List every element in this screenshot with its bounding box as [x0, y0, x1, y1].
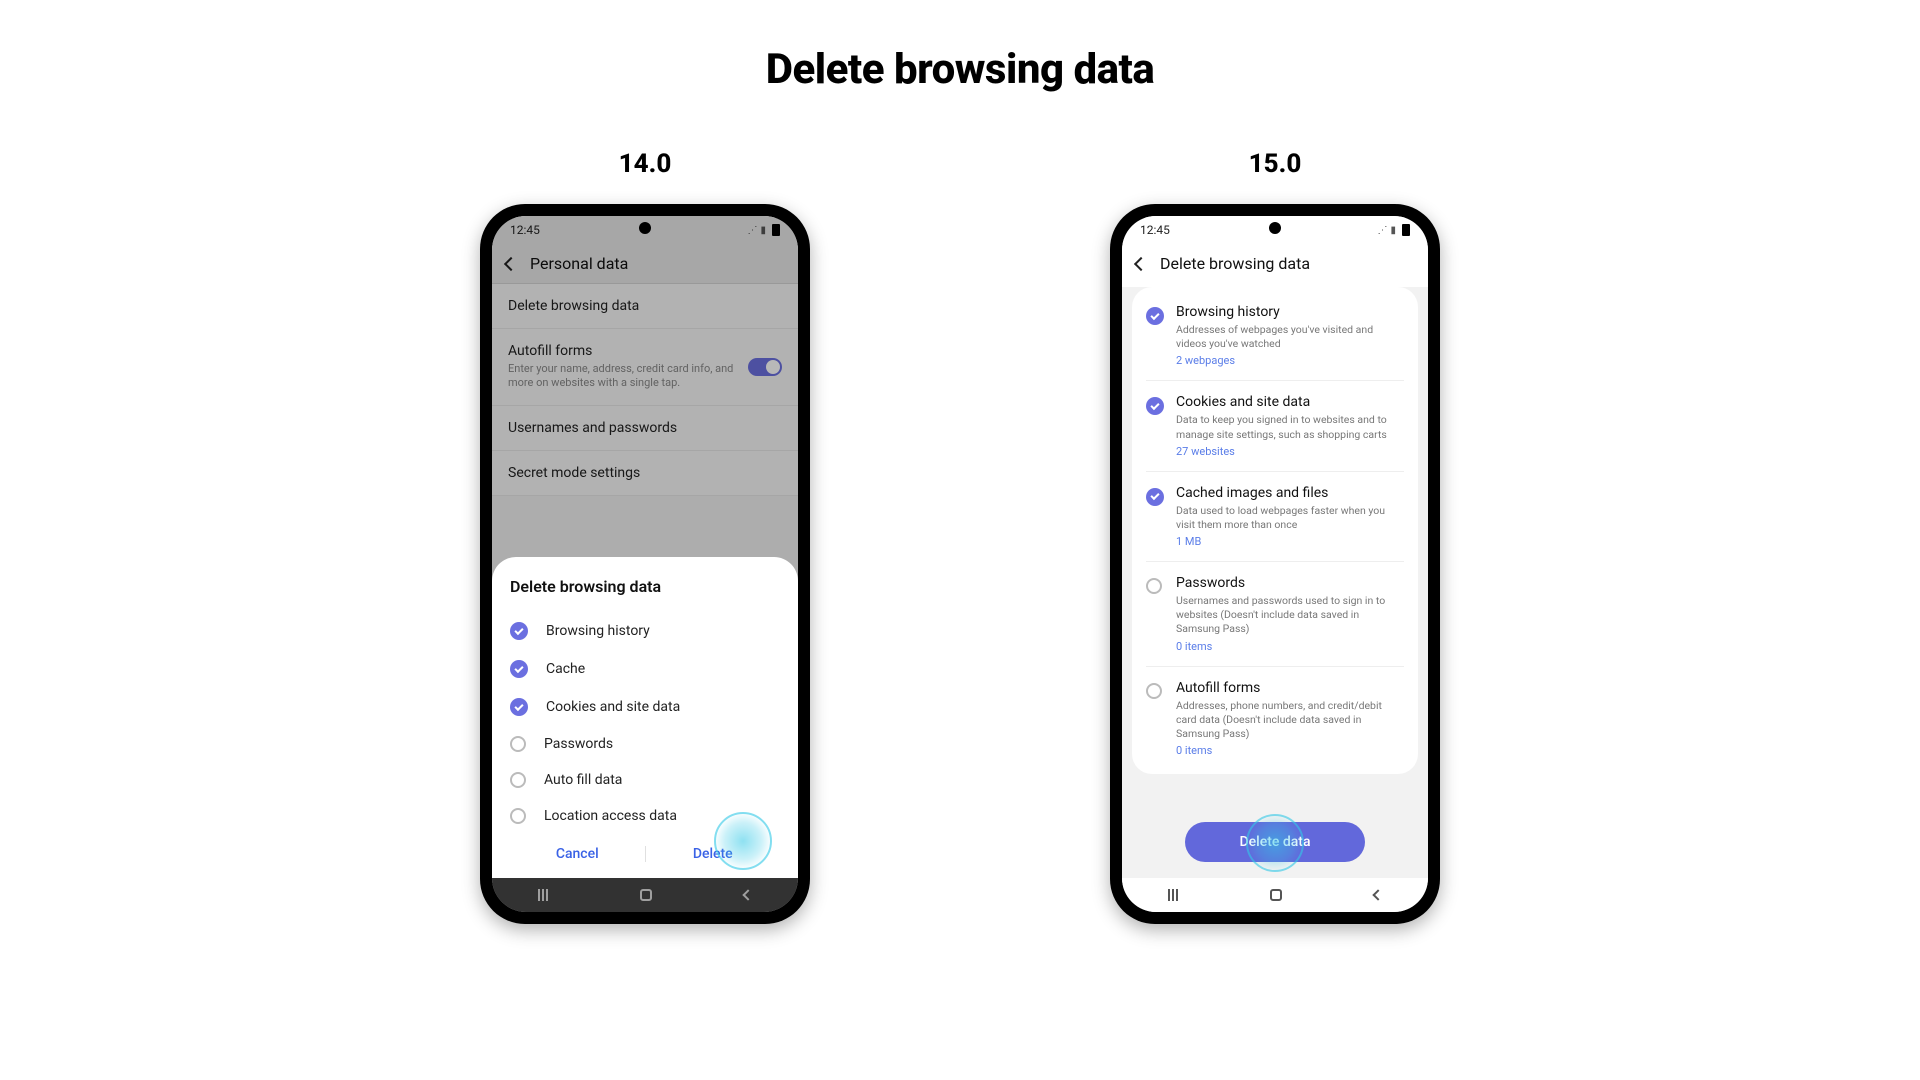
- nav-back-icon[interactable]: [1372, 889, 1383, 900]
- checkbox-checked-icon[interactable]: [510, 622, 528, 640]
- status-time: 12:45: [1140, 223, 1170, 237]
- option-label: Cookies and site data: [546, 699, 680, 715]
- bottom-sheet: Delete browsing data Browsing history Ca…: [492, 557, 798, 878]
- data-desc: Usernames and passwords used to sign in …: [1176, 594, 1404, 637]
- status-icons: ⋰ ▮: [1377, 224, 1410, 236]
- data-meta: 0 items: [1176, 640, 1404, 653]
- data-row[interactable]: Cookies and site data Data to keep you s…: [1146, 380, 1404, 470]
- option-row[interactable]: Passwords: [510, 726, 780, 762]
- data-meta: 0 items: [1176, 744, 1404, 757]
- data-title: Autofill forms: [1176, 680, 1404, 696]
- option-label: Passwords: [544, 736, 613, 752]
- screen-right: 12:45 ⋰ ▮ Delete browsing data: [1122, 216, 1428, 912]
- data-desc: Data used to load webpages faster when y…: [1176, 504, 1404, 532]
- data-meta: 1 MB: [1176, 535, 1404, 548]
- battery-icon: [1402, 224, 1410, 236]
- data-title: Browsing history: [1176, 304, 1404, 320]
- phone-frame-right: 12:45 ⋰ ▮ Delete browsing data: [1110, 204, 1440, 924]
- nav-home-icon[interactable]: [1270, 889, 1282, 901]
- checkbox-unchecked-icon[interactable]: [510, 736, 526, 752]
- checkbox-checked-icon[interactable]: [510, 660, 528, 678]
- nav-recents-icon[interactable]: [1168, 889, 1178, 901]
- data-desc: Addresses, phone numbers, and credit/deb…: [1176, 699, 1404, 742]
- signal-icon: ▮: [1390, 225, 1396, 236]
- phone-col-right: 15.0 12:45 ⋰ ▮ Delete browsing data: [1110, 149, 1440, 924]
- checkbox-unchecked-icon[interactable]: [1146, 578, 1162, 594]
- data-row[interactable]: Passwords Usernames and passwords used t…: [1146, 561, 1404, 666]
- phones-row: 14.0 12:45 ⋰ ▮ Personal data: [0, 149, 1920, 924]
- header-title: Delete browsing data: [1160, 254, 1310, 273]
- page-title: Delete browsing data: [0, 0, 1920, 94]
- option-label: Auto fill data: [544, 772, 622, 788]
- checkbox-checked-icon[interactable]: [1146, 488, 1164, 506]
- data-meta: 2 webpages: [1176, 354, 1404, 367]
- checkbox-checked-icon[interactable]: [510, 698, 528, 716]
- version-label-right: 15.0: [1110, 149, 1440, 179]
- checkbox-unchecked-icon[interactable]: [510, 772, 526, 788]
- data-meta: 27 websites: [1176, 445, 1404, 458]
- phone-col-left: 14.0 12:45 ⋰ ▮ Personal data: [480, 149, 810, 924]
- option-row[interactable]: Auto fill data: [510, 762, 780, 798]
- data-row[interactable]: Browsing history Addresses of webpages y…: [1146, 291, 1404, 380]
- checkbox-checked-icon[interactable]: [1146, 307, 1164, 325]
- option-row[interactable]: Browsing history: [510, 612, 780, 650]
- data-desc: Addresses of webpages you've visited and…: [1176, 323, 1404, 351]
- screen-left: 12:45 ⋰ ▮ Personal data Delete browsing …: [492, 216, 798, 912]
- option-row[interactable]: Cookies and site data: [510, 688, 780, 726]
- back-icon[interactable]: [1134, 256, 1148, 270]
- option-row[interactable]: Location access data: [510, 798, 780, 834]
- phone-frame-left: 12:45 ⋰ ▮ Personal data Delete browsing …: [480, 204, 810, 924]
- data-title: Passwords: [1176, 575, 1404, 591]
- data-row[interactable]: Cached images and files Data used to loa…: [1146, 471, 1404, 561]
- header-bar: Delete browsing data: [1122, 244, 1428, 287]
- options-card: Browsing history Addresses of webpages y…: [1132, 287, 1418, 774]
- option-label: Location access data: [544, 808, 677, 824]
- checkbox-checked-icon[interactable]: [1146, 397, 1164, 415]
- checkbox-unchecked-icon[interactable]: [1146, 683, 1162, 699]
- option-row[interactable]: Cache: [510, 650, 780, 688]
- data-desc: Data to keep you signed in to websites a…: [1176, 413, 1404, 441]
- camera-dot: [1269, 222, 1281, 234]
- delete-button[interactable]: Delete: [646, 846, 781, 862]
- sheet-actions: Cancel Delete: [510, 834, 780, 868]
- cancel-button[interactable]: Cancel: [510, 846, 645, 862]
- checkbox-unchecked-icon[interactable]: [510, 808, 526, 824]
- option-label: Browsing history: [546, 623, 650, 639]
- data-title: Cookies and site data: [1176, 394, 1404, 410]
- option-label: Cache: [546, 661, 585, 677]
- camera-dot: [639, 222, 651, 234]
- data-title: Cached images and files: [1176, 485, 1404, 501]
- delete-data-button[interactable]: Delete data: [1185, 822, 1365, 862]
- wifi-icon: ⋰: [1377, 225, 1387, 236]
- nav-bar: [1122, 878, 1428, 912]
- sheet-title: Delete browsing data: [510, 577, 780, 596]
- data-row[interactable]: Autofill forms Addresses, phone numbers,…: [1146, 666, 1404, 771]
- version-label-left: 14.0: [480, 149, 810, 179]
